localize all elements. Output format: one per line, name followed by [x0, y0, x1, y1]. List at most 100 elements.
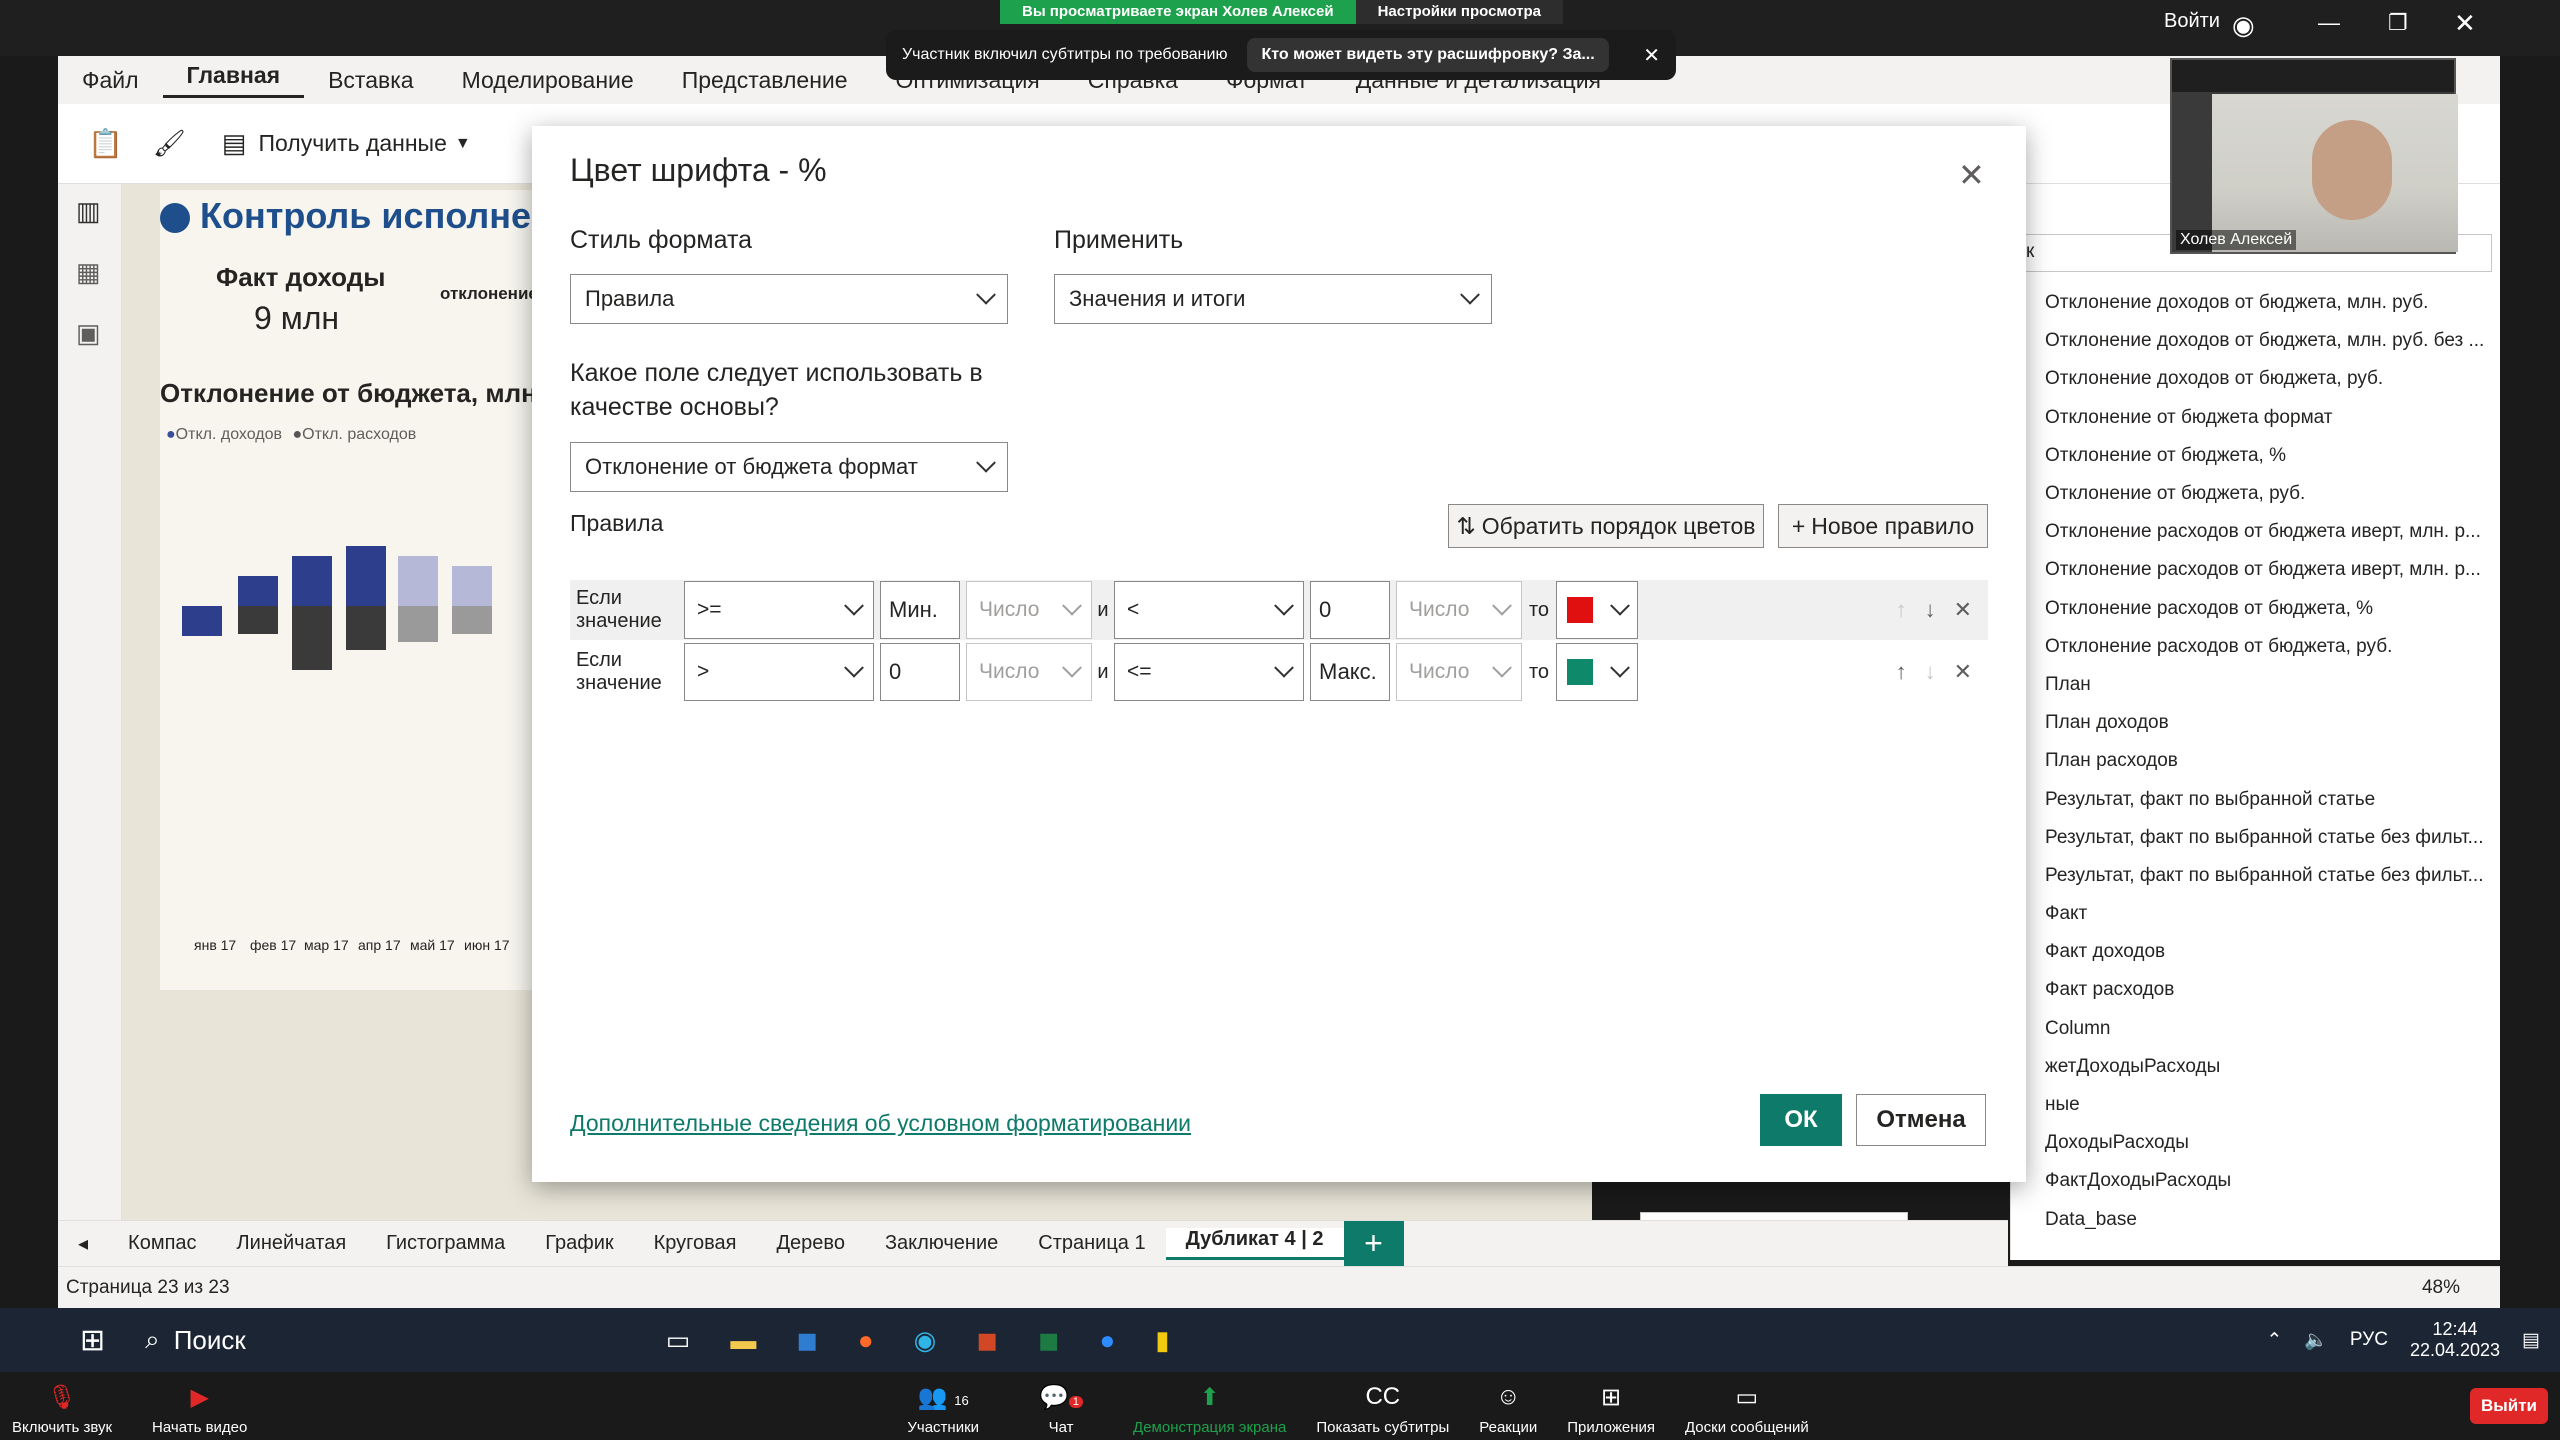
powerpoint-icon[interactable]: ◼: [976, 1325, 998, 1356]
chat-button[interactable]: 💬 1 Чат: [1039, 1383, 1084, 1436]
more-info-link[interactable]: Дополнительные сведения об условном форм…: [570, 1110, 1191, 1137]
ok-button[interactable]: ОК: [1760, 1094, 1842, 1146]
menu-insert[interactable]: Вставка: [304, 67, 438, 94]
firefox-icon[interactable]: ●: [858, 1325, 874, 1356]
type-select[interactable]: Число: [1396, 643, 1522, 701]
field-item[interactable]: жетДоходыРасходы: [2011, 1048, 2500, 1086]
field-item[interactable]: Факт расходов: [2011, 971, 2500, 1009]
excel-icon[interactable]: ◼: [1038, 1325, 1060, 1356]
captions-button[interactable]: CC Показать субтитры: [1316, 1383, 1449, 1436]
value-input[interactable]: 0: [1310, 581, 1390, 639]
data-view-icon[interactable]: ▦: [76, 257, 121, 288]
notification-icon[interactable]: ▤: [2522, 1329, 2540, 1352]
move-down-icon[interactable]: ↓: [1925, 659, 1936, 685]
video-button[interactable]: ▶ Начать видео: [152, 1383, 247, 1436]
field-item[interactable]: Отклонение от бюджета, руб.: [2011, 475, 2500, 513]
participants-button[interactable]: 👥 16 Участники: [907, 1383, 979, 1436]
tab-page[interactable]: Компас: [108, 1232, 216, 1255]
tab-page[interactable]: Заключение: [865, 1232, 1018, 1255]
type-select[interactable]: Число: [966, 643, 1092, 701]
view-settings-button[interactable]: Настройки просмотра: [1355, 0, 1563, 24]
cancel-button[interactable]: Отмена: [1856, 1094, 1986, 1146]
apps-button[interactable]: ⊞ Приложения: [1567, 1383, 1655, 1436]
field-item[interactable]: Отклонение доходов от бюджета, млн. руб.: [2011, 284, 2500, 322]
tab-page[interactable]: Круговая: [634, 1232, 757, 1255]
type-select[interactable]: Число: [1396, 581, 1522, 639]
tab-prev-icon[interactable]: ◂: [58, 1231, 108, 1256]
field-item[interactable]: Отклонение доходов от бюджета, млн. руб.…: [2011, 322, 2500, 360]
table-item[interactable]: Data_base: [2011, 1201, 2500, 1239]
field-item[interactable]: План расходов: [2011, 742, 2500, 780]
mute-button[interactable]: 🎙 Включить звук: [12, 1383, 112, 1436]
field-item[interactable]: ные: [2011, 1086, 2500, 1124]
zoom-icon[interactable]: ●: [1100, 1325, 1116, 1356]
menu-modeling[interactable]: Моделирование: [438, 67, 658, 94]
whiteboards-button[interactable]: ▭ Доски сообщений: [1685, 1383, 1809, 1436]
field-item[interactable]: Отклонение от бюджета формат: [2011, 399, 2500, 437]
field-item[interactable]: План доходов: [2011, 704, 2500, 742]
new-rule-button[interactable]: + Новое правило: [1778, 504, 1988, 548]
delete-rule-icon[interactable]: ✕: [1954, 659, 1972, 685]
field-item[interactable]: Отклонение от бюджета, %: [2011, 437, 2500, 475]
type-select[interactable]: Число: [966, 581, 1092, 639]
task-view-icon[interactable]: ▭: [666, 1325, 691, 1356]
field-item[interactable]: Результат, факт по выбранной статье: [2011, 780, 2500, 818]
add-page-button[interactable]: +: [1343, 1220, 1404, 1267]
tab-page[interactable]: Дерево: [757, 1232, 865, 1255]
field-item[interactable]: Факт доходов: [2011, 933, 2500, 971]
menu-file[interactable]: Файл: [58, 67, 163, 94]
menu-home[interactable]: Главная: [162, 62, 305, 98]
field-item[interactable]: Отклонение расходов от бюджета иверт, мл…: [2011, 513, 2500, 551]
windows-start-icon[interactable]: ⊞: [80, 1323, 105, 1358]
chevron-up-icon[interactable]: ⌃: [2266, 1329, 2282, 1352]
value-input[interactable]: 0: [880, 643, 960, 701]
language-indicator[interactable]: РУС: [2350, 1329, 2388, 1351]
field-item[interactable]: План: [2011, 666, 2500, 704]
color-picker[interactable]: [1556, 581, 1638, 639]
tab-page-active[interactable]: Дубликат 4 | 2: [1165, 1227, 1344, 1260]
field-item[interactable]: Результат, факт по выбранной статье без …: [2011, 819, 2500, 857]
webcam-thumbnail[interactable]: Холев Алексей: [2170, 58, 2458, 254]
format-painter-icon[interactable]: 🖌: [153, 128, 186, 159]
value-input[interactable]: Макс.: [1310, 643, 1390, 701]
base-field-select[interactable]: Отклонение от бюджета формат: [570, 442, 1008, 492]
tab-page[interactable]: Страница 1: [1018, 1232, 1165, 1255]
share-screen-button[interactable]: ⬆ Демонстрация экрана: [1133, 1383, 1286, 1436]
edge-icon[interactable]: ◉: [914, 1325, 937, 1356]
get-data-button[interactable]: Получить данные: [258, 130, 446, 157]
move-down-icon[interactable]: ↓: [1925, 597, 1936, 623]
tab-page[interactable]: График: [525, 1232, 633, 1255]
field-item[interactable]: ДоходыРасходы: [2011, 1124, 2500, 1162]
apply-select[interactable]: Значения и итоги: [1054, 274, 1492, 324]
operator-select[interactable]: <: [1114, 581, 1304, 639]
operator-select[interactable]: >: [684, 643, 874, 701]
taskbar-search[interactable]: Поиск: [174, 1325, 246, 1356]
who-can-see-button[interactable]: Кто может видеть эту расшифровку? За...: [1247, 38, 1609, 72]
color-picker[interactable]: [1556, 643, 1638, 701]
table-item[interactable]: ФактДоходыРасходы: [2011, 1162, 2500, 1200]
field-item[interactable]: Column: [2011, 1010, 2500, 1048]
reactions-button[interactable]: ☺ Реакции: [1479, 1383, 1537, 1436]
close-window-icon[interactable]: ✕: [2454, 8, 2476, 39]
move-up-icon[interactable]: ↑: [1896, 659, 1907, 685]
field-item[interactable]: Отклонение расходов от бюджета иверт, мл…: [2011, 551, 2500, 589]
zoom-level[interactable]: 48%: [2422, 1277, 2460, 1299]
delete-rule-icon[interactable]: ✕: [1954, 597, 1972, 623]
close-icon[interactable]: ✕: [1958, 156, 1985, 194]
tab-page[interactable]: Линейчатая: [217, 1232, 367, 1255]
restore-icon[interactable]: ❐: [2388, 10, 2408, 36]
sign-in-button[interactable]: Войти: [2164, 10, 2220, 33]
field-item[interactable]: Отклонение расходов от бюджета, %: [2011, 590, 2500, 628]
menu-view[interactable]: Представление: [658, 67, 872, 94]
report-view-icon[interactable]: ▥: [76, 196, 121, 227]
leave-button[interactable]: Выйти: [2470, 1388, 2548, 1424]
field-item[interactable]: Отклонение расходов от бюджета, руб.: [2011, 628, 2500, 666]
field-item[interactable]: Отклонение доходов от бюджета, руб.: [2011, 360, 2500, 398]
move-up-icon[interactable]: ↑: [1896, 597, 1907, 623]
volume-icon[interactable]: 🔈: [2304, 1328, 2328, 1352]
reverse-colors-button[interactable]: ⇅ Обратить порядок цветов: [1448, 504, 1764, 548]
powerbi-icon[interactable]: ▮: [1155, 1325, 1169, 1356]
close-captions-icon[interactable]: ✕: [1643, 43, 1660, 68]
paste-icon[interactable]: 📋: [88, 127, 123, 160]
minimize-icon[interactable]: —: [2318, 10, 2340, 36]
